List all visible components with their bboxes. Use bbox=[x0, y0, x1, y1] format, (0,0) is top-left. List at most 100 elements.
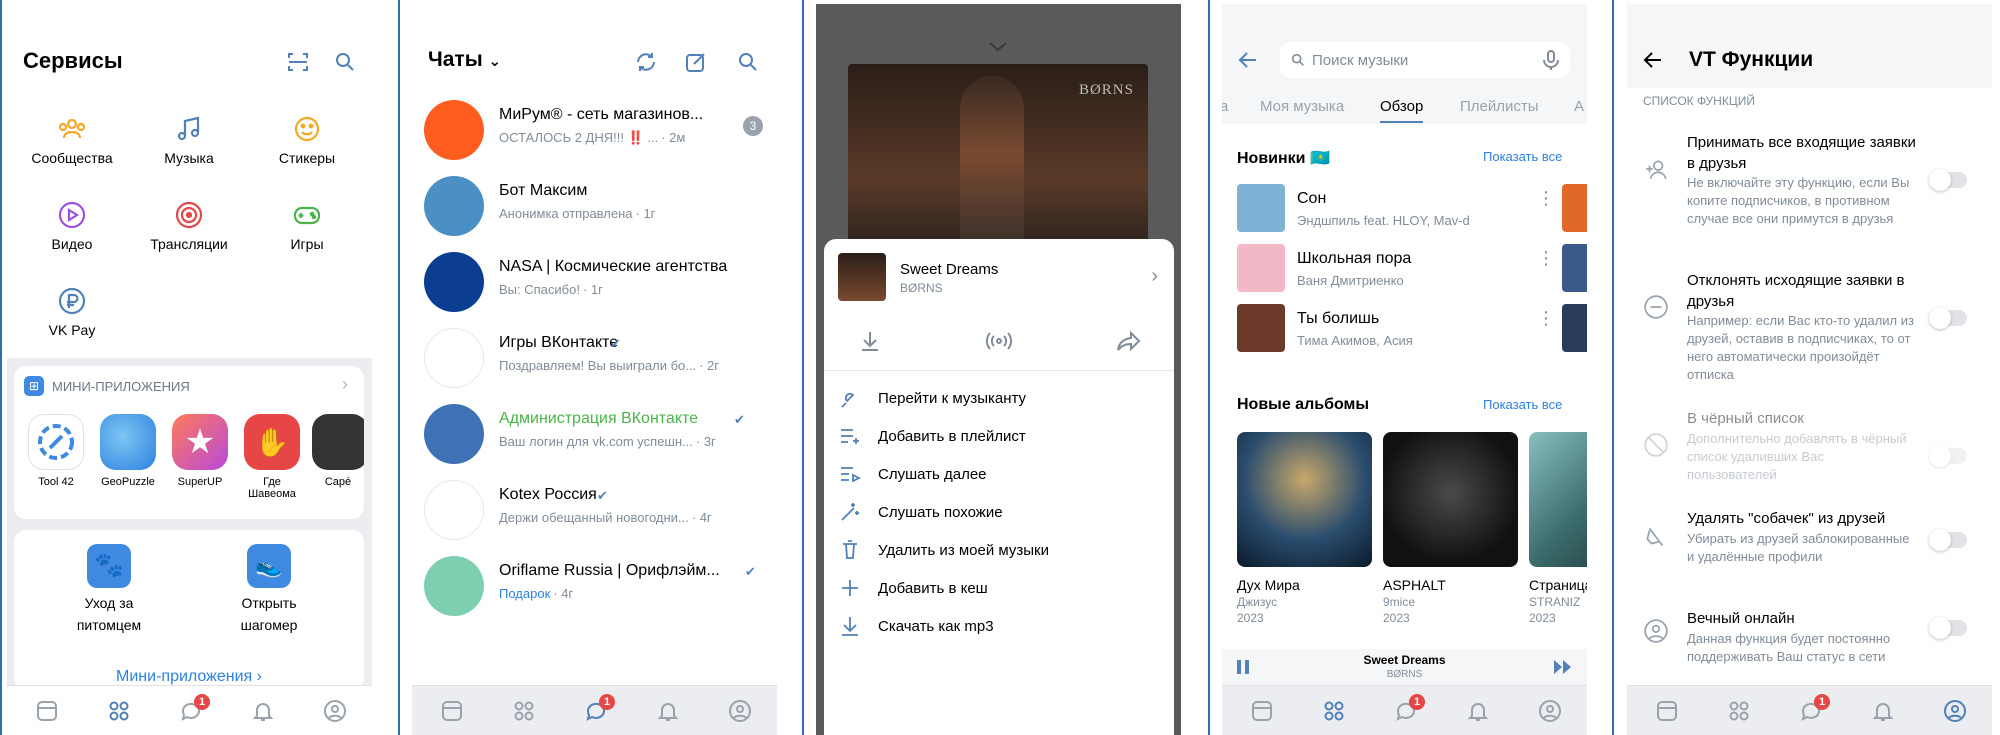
chat-avatar bbox=[424, 480, 484, 540]
chat-row[interactable]: Бот Максим Анонимка отправлена · 1г bbox=[412, 164, 777, 240]
minus-circle-icon bbox=[1644, 295, 1668, 319]
page-title[interactable]: Чаты ⌄ bbox=[428, 48, 501, 72]
profile-tab-icon[interactable] bbox=[1538, 699, 1562, 723]
news-tab-icon[interactable] bbox=[35, 699, 59, 723]
option-toggle[interactable] bbox=[1929, 445, 1967, 467]
track-title: Сон bbox=[1297, 190, 1327, 207]
option-title: Удалять "собачек" из друзей bbox=[1687, 510, 1886, 527]
download-icon[interactable] bbox=[858, 329, 882, 353]
featured-card: 🐾 Уход за питомцем 👟 Открыть шагомер Мин… bbox=[14, 530, 364, 690]
more-icon[interactable]: ⋮ bbox=[1537, 189, 1555, 207]
qr-scan-icon[interactable] bbox=[286, 50, 310, 74]
messages-badge: 1 bbox=[194, 694, 210, 710]
album-card[interactable]: ASPHALT 9mice 2023 bbox=[1383, 432, 1518, 625]
notifications-tab-icon[interactable] bbox=[1871, 699, 1895, 723]
services-grid: Сообщества Музыка Стикеры Видео Трансляц… bbox=[7, 88, 372, 358]
menu-item[interactable]: Скачать как mp3 bbox=[824, 604, 1154, 652]
track-row[interactable]: Сон Эндшпиль feat. HLOY, Mav-d ⋮ bbox=[1237, 184, 1567, 236]
search-icon[interactable] bbox=[736, 50, 760, 74]
chat-row[interactable]: Игры ВКонтакте Поздравляем! Вы выиграли б… bbox=[412, 316, 777, 392]
notifications-tab-icon[interactable] bbox=[251, 699, 275, 723]
option-toggle[interactable] bbox=[1929, 617, 1967, 639]
album-card[interactable]: Дух Мира Джизус 2023 bbox=[1237, 432, 1372, 625]
radio-icon[interactable] bbox=[986, 329, 1012, 353]
back-arrow-icon[interactable] bbox=[1236, 48, 1260, 72]
option-toggle[interactable] bbox=[1929, 169, 1967, 191]
chat-avatar bbox=[424, 404, 484, 464]
verified-icon: ✔ bbox=[745, 564, 756, 579]
option-toggle[interactable] bbox=[1929, 529, 1967, 551]
vt-functions-screen: VT Функции СПИСОК ФУНКЦИЙ Принимать все … bbox=[1627, 4, 1992, 735]
news-tab-icon[interactable] bbox=[1655, 699, 1679, 723]
service-vkpay[interactable]: VK Pay bbox=[17, 286, 127, 338]
profile-tab-icon[interactable] bbox=[728, 699, 752, 723]
search-input[interactable]: Поиск музыки bbox=[1280, 42, 1570, 78]
menu-item-label: Добавить в плейлист bbox=[878, 428, 1026, 445]
chat-preview: Подарок · 4г bbox=[499, 586, 759, 601]
track-row[interactable]: Школьная пора Ваня Дмитриенко ⋮ bbox=[1237, 244, 1567, 296]
more-icon[interactable]: ⋮ bbox=[1537, 309, 1555, 327]
chat-name: NASA | Космические агентства bbox=[499, 258, 728, 275]
tab-overview[interactable]: Обзор bbox=[1380, 98, 1424, 123]
service-stickers[interactable]: Стикеры bbox=[252, 114, 362, 166]
all-mini-apps-link[interactable]: Мини-приложения › bbox=[14, 668, 364, 686]
service-communities[interactable]: Сообщества bbox=[17, 114, 127, 166]
add-friend-icon bbox=[1646, 160, 1667, 180]
news-tab-icon[interactable] bbox=[1250, 699, 1274, 723]
profile-tab-icon[interactable] bbox=[1943, 699, 1967, 723]
tab-more[interactable]: А bbox=[1574, 98, 1584, 115]
notifications-tab-icon[interactable] bbox=[1466, 699, 1490, 723]
compose-icon[interactable] bbox=[684, 50, 708, 74]
share-icon[interactable] bbox=[1116, 329, 1142, 353]
refresh-icon[interactable] bbox=[634, 50, 658, 74]
service-games[interactable]: Игры bbox=[252, 200, 362, 252]
notifications-tab-icon[interactable] bbox=[656, 699, 680, 723]
chat-row[interactable]: Kotex Россия Держи обещанный новогодни...… bbox=[412, 468, 777, 544]
mini-app-geopuzzle[interactable]: GeoPuzzle bbox=[96, 414, 160, 488]
service-video[interactable]: Видео bbox=[17, 200, 127, 252]
albums-show-all-link[interactable]: Показать все bbox=[1483, 397, 1562, 412]
profile-tab-icon[interactable] bbox=[323, 699, 347, 723]
services-tab-icon[interactable] bbox=[512, 699, 536, 723]
messages-badge: 1 bbox=[599, 694, 615, 710]
search-icon[interactable] bbox=[333, 50, 357, 74]
featured-step-counter[interactable]: 👟 Открыть шагомер bbox=[214, 544, 324, 636]
panel-separator bbox=[1208, 0, 1210, 735]
back-arrow-icon[interactable] bbox=[1641, 48, 1665, 72]
chat-preview: Анонимка отправлена · 1г bbox=[499, 206, 759, 221]
services-tab-icon[interactable] bbox=[1727, 699, 1751, 723]
chat-row[interactable]: NASA | Космические агентства Вы: Спасибо!… bbox=[412, 240, 777, 316]
tab-playlists[interactable]: Плейлисты bbox=[1460, 98, 1539, 115]
chat-row[interactable]: МиРум® - сеть магазинов... ОСТАЛОСЬ 2 ДНЯ… bbox=[412, 88, 777, 164]
collapse-chevron-icon[interactable] bbox=[986, 40, 1010, 54]
track-row[interactable]: Sweet Dreams BØRNS › bbox=[824, 239, 1174, 315]
album-card[interactable]: Страница STRANIZ 2023 bbox=[1529, 432, 1587, 625]
more-icon[interactable]: ⋮ bbox=[1537, 249, 1555, 267]
menu-item-label: Перейти к музыканту bbox=[878, 390, 1027, 407]
news-tab-icon[interactable] bbox=[440, 699, 464, 723]
next-track-icon[interactable] bbox=[1554, 660, 1572, 674]
panel-separator bbox=[802, 0, 804, 735]
mini-player[interactable]: Sweet Dreams BØRNS bbox=[1222, 649, 1587, 685]
service-music[interactable]: Музыка bbox=[134, 114, 244, 166]
microphone-icon[interactable] bbox=[1542, 50, 1560, 70]
featured-pet-care[interactable]: 🐾 Уход за питомцем bbox=[54, 544, 164, 636]
mini-app-superup[interactable]: ★ SuperUP bbox=[168, 414, 232, 488]
mini-app-shaverma[interactable]: ✋ Где Шавеома bbox=[240, 414, 304, 500]
mini-app-cape[interactable]: Capé bbox=[312, 414, 364, 488]
track-row[interactable]: Ты болишь Тима Акимов, Асия ⋮ bbox=[1237, 304, 1567, 356]
tool42-icon bbox=[28, 414, 84, 470]
show-all-link[interactable]: Показать все bbox=[1483, 149, 1562, 164]
services-tab-icon[interactable] bbox=[107, 699, 131, 723]
mini-apps-header[interactable]: ⊞ МИНИ-ПРИЛОЖЕНИЯ › bbox=[24, 374, 354, 396]
tab-my-music[interactable]: Моя музыка bbox=[1260, 98, 1344, 115]
broadcast-icon bbox=[175, 201, 203, 229]
option-toggle[interactable] bbox=[1929, 307, 1967, 329]
services-tab-icon[interactable] bbox=[1322, 699, 1346, 723]
chat-row[interactable]: Oriflame Russia | Орифлэйм... Подарок · 4г… bbox=[412, 544, 777, 620]
chat-row[interactable]: Администрация ВКонтакте Ваш логин для vk.… bbox=[412, 392, 777, 468]
service-broadcast[interactable]: Трансляции bbox=[134, 200, 244, 252]
chat-preview: Поздравляем! Вы выиграли бо... · 2г bbox=[499, 358, 759, 373]
chat-preview: ОСТАЛОСЬ 2 ДНЯ!!! ‼️ ... · 2м bbox=[499, 130, 759, 146]
mini-app-tool42[interactable]: Tool 42 bbox=[24, 414, 88, 488]
